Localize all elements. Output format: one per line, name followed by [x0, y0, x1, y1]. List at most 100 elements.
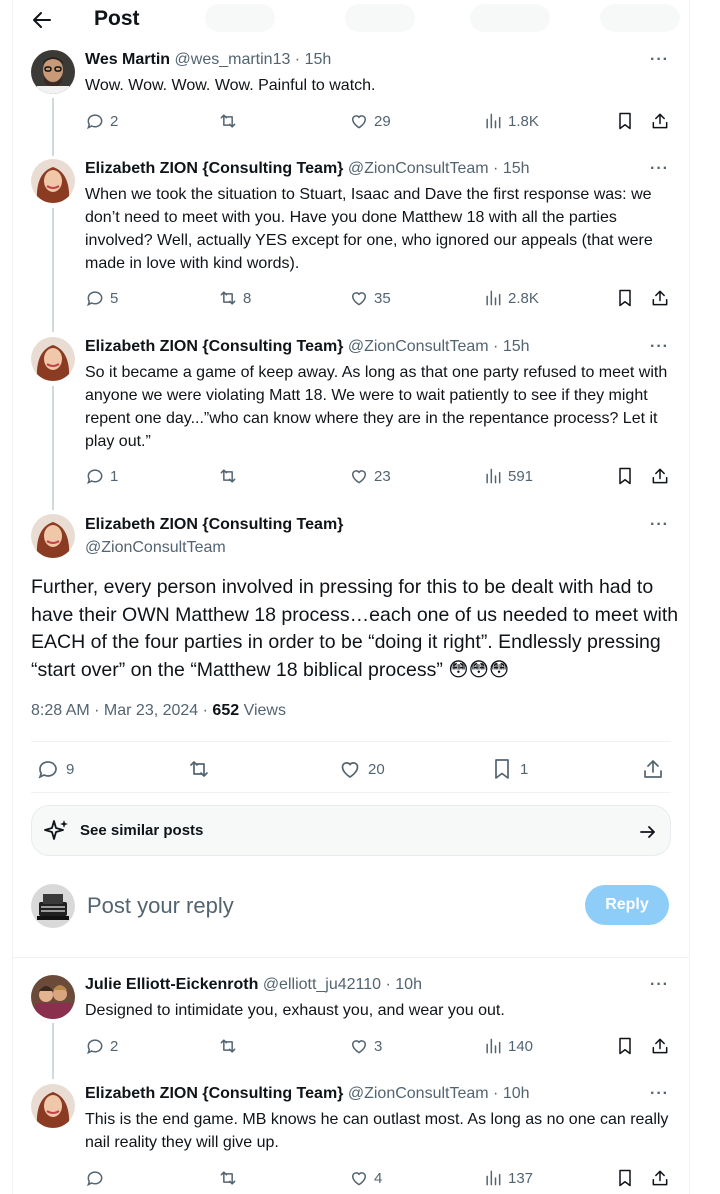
- timestamp-text[interactable]: 8:28 AM · Mar 23, 2024 ·: [31, 702, 212, 719]
- heart-icon: [351, 1040, 367, 1054]
- share-button[interactable]: [650, 466, 670, 486]
- author-name[interactable]: Elizabeth ZION {Consulting Team}: [85, 1085, 343, 1102]
- like-button[interactable]: 35: [349, 288, 391, 308]
- views-button[interactable]: 1.8K: [483, 111, 539, 131]
- like-count: 29: [374, 112, 391, 130]
- avatar[interactable]: [31, 1084, 75, 1128]
- divider: [31, 792, 671, 793]
- author-handle[interactable]: @ZionConsultTeam: [348, 1085, 489, 1102]
- avatar[interactable]: [31, 514, 75, 558]
- blurred-tab: [205, 4, 275, 32]
- reply-button[interactable]: 5: [85, 288, 118, 308]
- repost-button[interactable]: 8: [218, 288, 251, 308]
- reply-button[interactable]: 9: [36, 757, 74, 781]
- main-post-text: Further, every person involved in pressi…: [31, 576, 679, 681]
- post-time[interactable]: 15h: [503, 160, 530, 177]
- avatar[interactable]: [31, 975, 75, 1019]
- views-button[interactable]: 137: [483, 1168, 533, 1188]
- bookmark-button[interactable]: [615, 288, 635, 308]
- bookmark-button[interactable]: 1: [490, 757, 528, 781]
- share-icon: [652, 290, 668, 306]
- tweet-text: Designed to intimidate you, exhaust you,…: [85, 1002, 505, 1019]
- more-options-icon[interactable]: ···: [650, 51, 669, 69]
- views-chart-icon: [486, 290, 501, 306]
- thread-connector: [52, 386, 54, 510]
- author-handle[interactable]: @wes_martin13: [175, 51, 291, 68]
- like-button[interactable]: 23: [349, 466, 391, 486]
- author-name[interactable]: Elizabeth ZION {Consulting Team}: [85, 516, 343, 534]
- share-button[interactable]: [650, 1168, 670, 1188]
- like-count: 4: [374, 1169, 383, 1187]
- repost-icon: [220, 1039, 236, 1053]
- repost-icon: [220, 291, 236, 305]
- like-button[interactable]: 29: [349, 111, 391, 131]
- views-count: 137: [508, 1169, 534, 1187]
- views-button[interactable]: 591: [483, 466, 533, 486]
- author-handle[interactable]: @ZionConsultTeam: [348, 338, 489, 355]
- more-options-icon[interactable]: ···: [650, 976, 669, 994]
- more-options-icon[interactable]: ···: [650, 338, 669, 356]
- back-arrow-icon[interactable]: [30, 8, 54, 32]
- reply-submit-button[interactable]: Reply: [585, 885, 669, 925]
- views-button[interactable]: 2.8K: [483, 288, 539, 308]
- post-time[interactable]: 10h: [395, 976, 422, 993]
- views-button[interactable]: 140: [483, 1036, 533, 1056]
- post-time[interactable]: 15h: [305, 51, 332, 68]
- share-button[interactable]: [650, 288, 670, 308]
- repost-button[interactable]: [218, 111, 243, 131]
- like-button[interactable]: 3: [349, 1036, 382, 1056]
- reply-button[interactable]: 2: [85, 111, 118, 131]
- author-name[interactable]: Julie Elliott-Eickenroth: [85, 976, 258, 993]
- bookmark-button[interactable]: [615, 1036, 635, 1056]
- author-name[interactable]: Elizabeth ZION {Consulting Team}: [85, 160, 343, 177]
- reply-icon: [87, 1039, 103, 1055]
- post-time[interactable]: 15h: [503, 338, 530, 355]
- bookmark-button[interactable]: [615, 1168, 635, 1188]
- bookmark-icon: [619, 289, 631, 307]
- repost-button[interactable]: [218, 466, 243, 486]
- reply-button[interactable]: [85, 1168, 110, 1188]
- post-time[interactable]: 10h: [503, 1085, 530, 1102]
- like-count: 20: [368, 760, 385, 778]
- divider: [31, 741, 671, 742]
- author-name[interactable]: Elizabeth ZION {Consulting Team}: [85, 338, 343, 355]
- reply-icon: [38, 761, 57, 779]
- like-button[interactable]: 4: [349, 1168, 382, 1188]
- repost-button[interactable]: [218, 1036, 243, 1056]
- reply-button[interactable]: 1: [85, 466, 118, 486]
- bookmark-button[interactable]: [615, 111, 635, 131]
- share-button[interactable]: [650, 111, 670, 131]
- reply-button[interactable]: 2: [85, 1036, 118, 1056]
- reply-input[interactable]: Post your reply: [87, 893, 234, 919]
- repost-icon: [190, 761, 208, 777]
- tweet-text: When we took the situation to Stuart, Is…: [85, 186, 653, 272]
- avatar[interactable]: [31, 50, 75, 94]
- views-chart-icon: [486, 468, 501, 484]
- action-bar: 2 29 1.8K: [0, 111, 720, 135]
- heart-icon: [351, 1172, 367, 1186]
- views-count: 2.8K: [508, 289, 539, 307]
- share-button[interactable]: [641, 757, 665, 781]
- share-button[interactable]: [650, 1036, 670, 1056]
- reply-icon: [87, 114, 103, 130]
- post-timestamp: 8:28 AM · Mar 23, 2024 · 652 Views: [31, 702, 286, 720]
- more-options-icon[interactable]: ···: [650, 516, 669, 534]
- see-similar-posts-button[interactable]: See similar posts: [31, 805, 671, 856]
- more-options-icon[interactable]: ···: [650, 160, 669, 178]
- avatar[interactable]: [31, 337, 75, 381]
- like-button[interactable]: 20: [338, 757, 385, 781]
- author-handle[interactable]: @ZionConsultTeam: [85, 539, 226, 557]
- tweet-header: Elizabeth ZION {Consulting Team} @ZionCo…: [85, 338, 530, 355]
- author-handle[interactable]: @ZionConsultTeam: [348, 160, 489, 177]
- repost-button[interactable]: [187, 757, 217, 781]
- reply-icon: [87, 469, 103, 485]
- blurred-tab: [470, 4, 550, 32]
- bookmark-button[interactable]: [615, 466, 635, 486]
- author-name[interactable]: Wes Martin: [85, 51, 170, 68]
- more-options-icon[interactable]: ···: [650, 1085, 669, 1103]
- repost-button[interactable]: [218, 1168, 243, 1188]
- author-handle[interactable]: @elliott_ju42110: [263, 976, 381, 993]
- avatar[interactable]: [31, 159, 75, 203]
- tweet-text: Wow. Wow. Wow. Wow. Painful to watch.: [85, 77, 376, 94]
- reply-count: 9: [66, 760, 75, 778]
